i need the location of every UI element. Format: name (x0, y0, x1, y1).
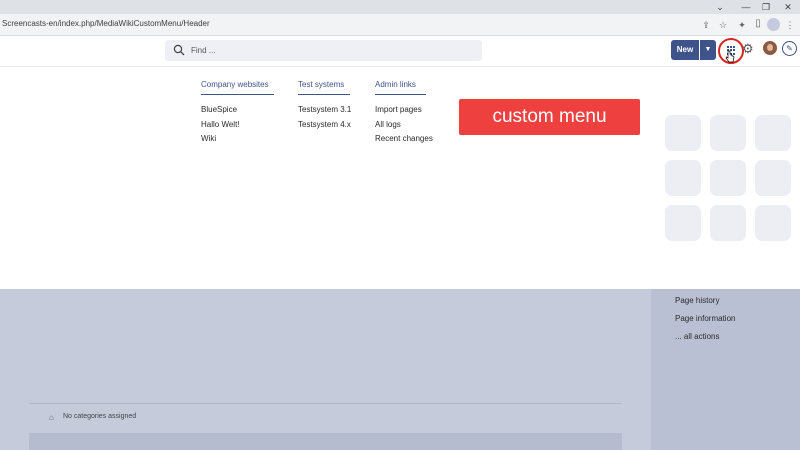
app-tile[interactable] (665, 160, 701, 196)
custom-menu-panel: Company websites BlueSpice Hallo Welt! W… (0, 67, 800, 289)
menu-link[interactable]: Import pages (375, 103, 433, 118)
edit-wrench-icon[interactable]: ✎ (782, 41, 797, 56)
browser-titlebar: ⌄ — ❐ ✕ (0, 0, 800, 14)
more-menu-icon[interactable]: ⋮ (783, 18, 797, 32)
all-actions-link[interactable]: ... all actions (675, 332, 719, 341)
new-button[interactable]: New (671, 40, 699, 60)
menu-link[interactable]: BlueSpice (201, 103, 274, 118)
app-tile[interactable] (665, 205, 701, 241)
menu-link[interactable]: Wiki (201, 132, 274, 147)
menu-heading: Company websites (201, 80, 274, 95)
categories-bar: ⌂ No categories assigned (29, 403, 622, 433)
custom-menu-banner: custom menu (459, 99, 640, 135)
menu-link[interactable]: Testsystem 4.x (298, 118, 351, 133)
browser-profile-icon[interactable] (767, 18, 780, 31)
menu-heading: Admin links (375, 80, 426, 95)
close-icon[interactable]: ✕ (780, 1, 796, 13)
share-icon[interactable]: ⇪ (699, 18, 713, 32)
tag-icon: ⌂ (49, 413, 54, 422)
search-input[interactable] (191, 41, 471, 60)
app-tile[interactable] (755, 160, 791, 196)
restore-icon[interactable]: ❐ (758, 1, 774, 13)
search-box[interactable] (165, 40, 482, 61)
menu-column-admin-links: Admin links Import pages All logs Recent… (375, 80, 433, 147)
gear-icon[interactable]: ⚙ (742, 42, 756, 56)
menu-heading: Test systems (298, 80, 350, 95)
browser-addressbar: Screencasts-en/index.php/MediaWikiCustom… (0, 14, 800, 36)
menu-link[interactable]: All logs (375, 118, 433, 133)
app-tile[interactable] (710, 160, 746, 196)
page-history-link[interactable]: Page history (675, 296, 719, 305)
menu-column-test-systems: Test systems Testsystem 3.1 Testsystem 4… (298, 80, 351, 132)
chevron-down-icon[interactable]: ⌄ (712, 1, 728, 13)
categories-text: No categories assigned (63, 413, 137, 420)
mouse-pointer-icon (725, 50, 735, 63)
star-icon[interactable]: ☆ (716, 18, 730, 32)
page-information-link[interactable]: Page information (675, 314, 735, 323)
wiki-header: New ▼ ⚙ ✎ (0, 36, 800, 67)
menu-link[interactable]: Recent changes (375, 132, 433, 147)
page-footer (29, 433, 622, 450)
menu-link[interactable]: Testsystem 3.1 (298, 103, 351, 118)
app-tile[interactable] (755, 205, 791, 241)
menu-link[interactable]: Hallo Welt! (201, 118, 274, 133)
user-avatar[interactable] (763, 41, 777, 55)
menu-column-company-websites: Company websites BlueSpice Hallo Welt! W… (201, 80, 274, 147)
app-tile[interactable] (665, 115, 701, 151)
url-field[interactable]: Screencasts-en/index.php/MediaWikiCustom… (2, 19, 210, 28)
app-tile[interactable] (710, 205, 746, 241)
page-actions-panel: Page history Page information ... all ac… (651, 289, 800, 450)
caret-down-icon: ▼ (704, 46, 712, 53)
new-dropdown-button[interactable]: ▼ (700, 40, 716, 60)
extensions-icon[interactable]: ✦ (735, 18, 749, 32)
sidepanel-icon[interactable]: ▯ (751, 17, 765, 31)
app-tile[interactable] (710, 115, 746, 151)
app-tile[interactable] (755, 115, 791, 151)
minimize-icon[interactable]: — (738, 1, 754, 13)
search-icon (173, 44, 185, 56)
